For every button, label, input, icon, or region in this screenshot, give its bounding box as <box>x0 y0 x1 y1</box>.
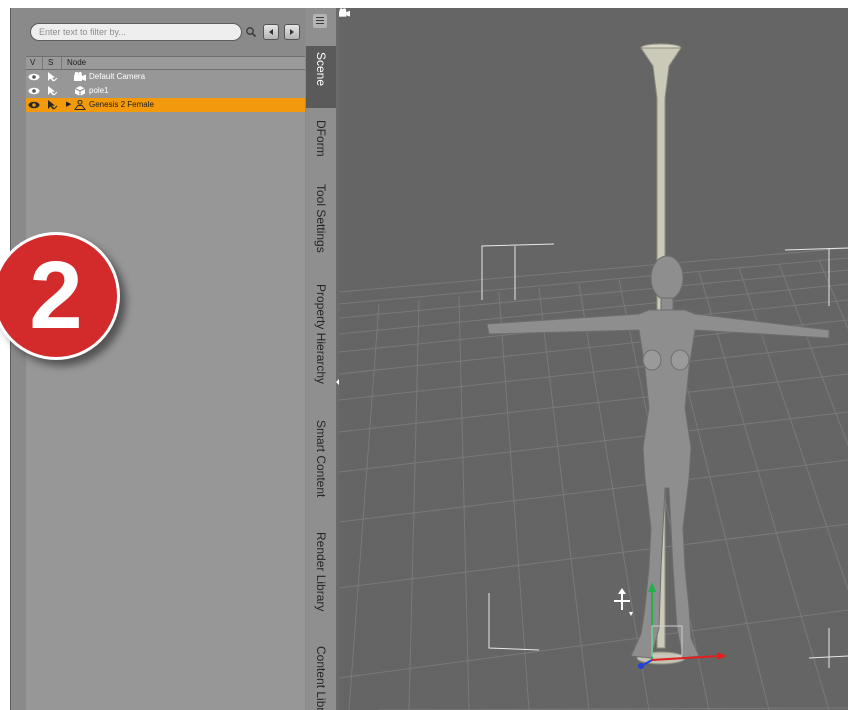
genesis-2-female-figure <box>486 255 830 659</box>
pane-options-icon[interactable] <box>313 14 327 28</box>
arrow-left-icon[interactable] <box>263 24 279 40</box>
pane-tab-strip: Scene DForm Tool Settings Property Hiera… <box>306 8 336 710</box>
step-number-badge: 2 <box>0 232 120 360</box>
viewport-scene <box>339 43 848 710</box>
step-badge-container: 2 <box>0 0 142 710</box>
tab-property-hierarchy[interactable]: Property Hierarchy <box>306 280 336 408</box>
tab-render-library[interactable]: Render Library <box>306 528 336 634</box>
tab-tool-settings[interactable]: Tool Settings <box>306 180 336 272</box>
search-icon[interactable] <box>243 24 259 40</box>
tab-content-library[interactable]: Content Library <box>306 642 336 710</box>
move-cursor-icon <box>614 588 633 616</box>
viewport-3d[interactable] <box>339 8 848 710</box>
tab-smart-content[interactable]: Smart Content <box>306 416 336 520</box>
tab-dform[interactable]: DForm <box>306 116 336 172</box>
tab-scene[interactable]: Scene <box>306 46 336 108</box>
arrow-right-icon[interactable] <box>284 24 300 40</box>
camera-icon[interactable] <box>339 8 350 18</box>
